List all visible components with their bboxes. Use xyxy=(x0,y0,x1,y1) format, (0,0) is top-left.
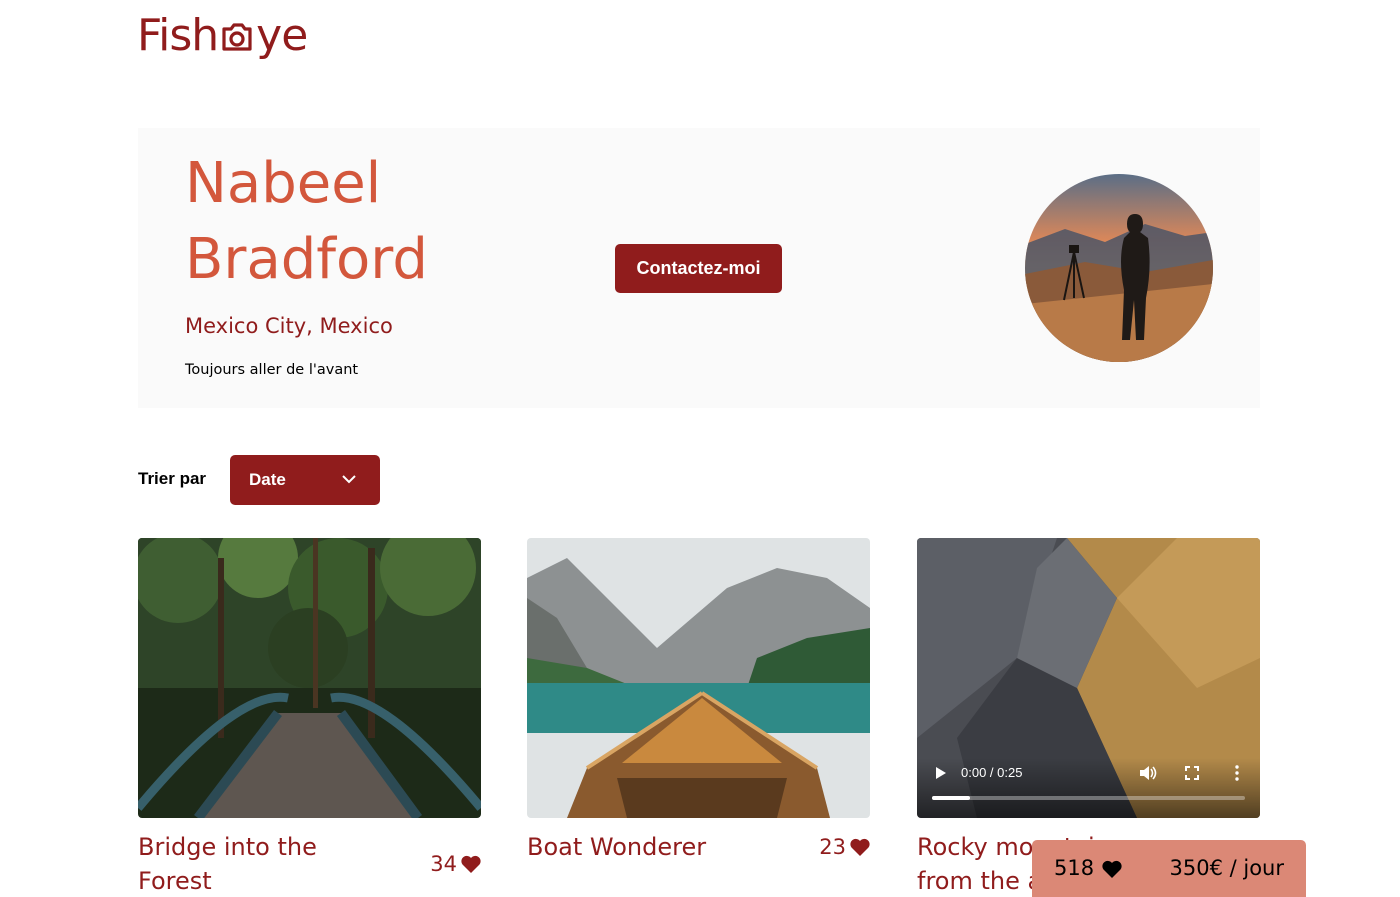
media-likes-count: 34 xyxy=(430,852,457,876)
video-progress-bar[interactable] xyxy=(932,796,1245,800)
photographer-last-name: Bradford xyxy=(185,227,428,292)
total-likes-count: 518 xyxy=(1054,856,1095,880)
photographer-header: Nabeel Bradford Mexico City, Mexico Touj… xyxy=(138,128,1260,408)
media-title: Boat Wonderer xyxy=(527,833,707,861)
photographer-first-name: Nabeel xyxy=(185,151,382,216)
photographer-tagline: Toujours aller de l'avant xyxy=(185,362,359,378)
media-thumbnail[interactable] xyxy=(527,538,870,818)
media-likes-count: 23 xyxy=(819,835,846,859)
play-icon[interactable] xyxy=(935,766,947,780)
heart-icon[interactable] xyxy=(850,838,870,856)
heart-icon[interactable] xyxy=(461,855,481,873)
media-card: Boat Wonderer 23 xyxy=(527,538,870,864)
video-time: 0:00 / 0:25 xyxy=(961,765,1023,780)
daily-price: 350€ / jour xyxy=(1169,856,1285,880)
media-thumbnail[interactable] xyxy=(138,538,481,818)
media-title: Bridge into the Forest xyxy=(138,833,317,895)
sort-selected-value: Date xyxy=(249,470,286,489)
fullscreen-icon[interactable] xyxy=(1185,766,1199,780)
likes-price-infobox: 518 350€ / jour xyxy=(1032,840,1306,897)
contact-button[interactable]: Contactez-moi xyxy=(615,244,782,293)
volume-icon[interactable] xyxy=(1139,765,1157,781)
chevron-down-icon xyxy=(342,475,356,484)
media-video[interactable]: 0:00 / 0:25 xyxy=(917,538,1260,818)
photographer-portrait xyxy=(1025,174,1213,362)
photographer-name: Nabeel Bradford xyxy=(185,146,428,298)
fisheye-logo[interactable]: Fish ye xyxy=(137,10,308,61)
sort-label: Trier par xyxy=(138,469,207,488)
photographer-location: Mexico City, Mexico xyxy=(185,314,393,338)
logo-text-start: Fish xyxy=(137,10,219,61)
sort-dropdown[interactable]: Date xyxy=(230,455,380,505)
media-likes[interactable]: 23 xyxy=(819,830,870,864)
camera-icon xyxy=(222,22,252,51)
total-likes: 518 xyxy=(1054,856,1122,897)
video-progress-fill xyxy=(932,796,970,800)
more-options-icon[interactable] xyxy=(1235,765,1239,781)
media-likes[interactable]: 34 xyxy=(430,830,481,897)
media-card: Bridge into the Forest 34 xyxy=(138,538,481,897)
heart-icon xyxy=(1102,860,1122,878)
logo-text-end: ye xyxy=(256,10,308,61)
